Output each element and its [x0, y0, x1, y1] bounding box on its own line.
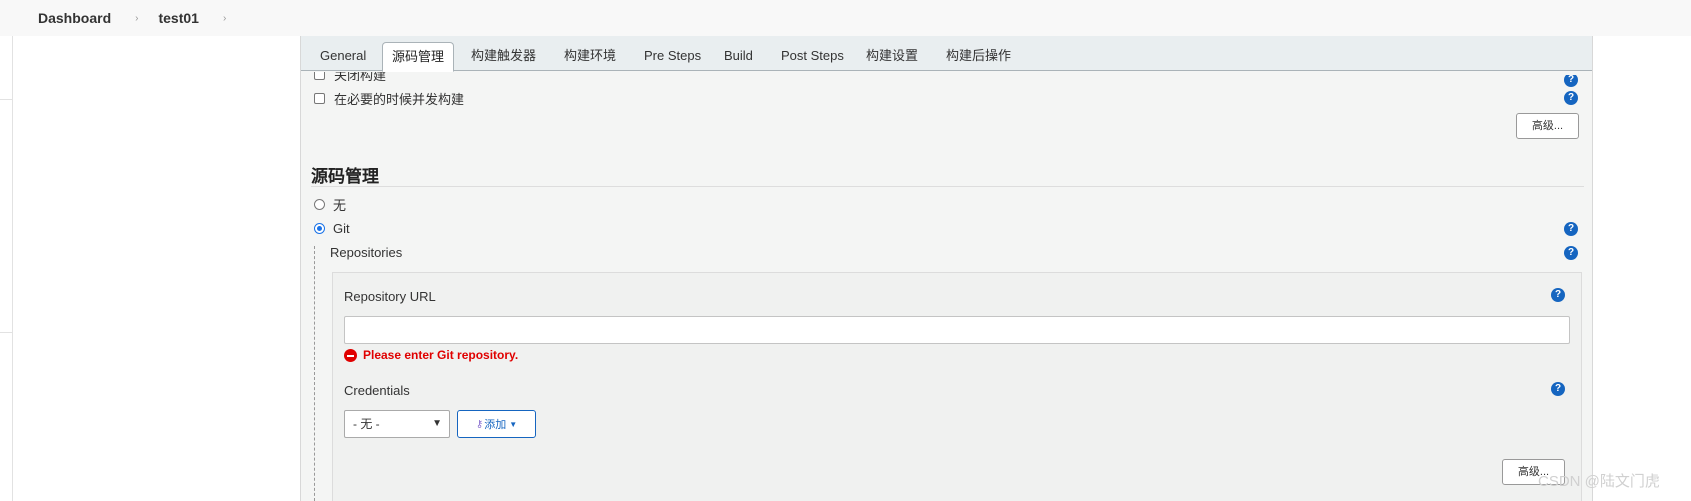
concurrent-build-row: 在必要的时候并发构建 [314, 90, 465, 107]
tab-build-triggers[interactable]: 构建触发器 [471, 42, 536, 72]
chevron-right-icon[interactable]: › [223, 13, 226, 24]
scm-option-git[interactable]: Git [314, 220, 350, 236]
tab-build[interactable]: Build [724, 42, 753, 72]
tab-build-settings[interactable]: 构建设置 [866, 42, 918, 72]
scm-git-label: Git [333, 220, 350, 236]
key-icon: ⚷ [475, 418, 484, 430]
tab-post-steps[interactable]: Post Steps [781, 42, 844, 72]
credentials-label: Credentials [344, 383, 410, 398]
repo-url-label: Repository URL [344, 289, 436, 304]
add-credentials-label: 添加 [484, 419, 507, 431]
help-icon[interactable]: ? [1564, 246, 1578, 260]
breadcrumb: Dashboard › test01 › [0, 0, 1691, 36]
sidebar-divider [0, 99, 12, 100]
add-credentials-button[interactable]: ⚷ 添加 ▼ [457, 410, 536, 438]
breadcrumb-job[interactable]: test01 [158, 10, 198, 26]
caret-down-icon: ▼ [509, 419, 518, 429]
help-icon[interactable]: ? [1564, 222, 1578, 236]
tab-general[interactable]: General [320, 42, 366, 72]
config-panel: General 源码管理 构建触发器 构建环境 Pre Steps Build … [300, 36, 1593, 501]
breadcrumb-dashboard[interactable]: Dashboard [38, 10, 111, 26]
concurrent-build-checkbox[interactable] [314, 92, 325, 104]
error-icon [344, 348, 357, 362]
advanced-button[interactable]: 高级... [1516, 113, 1579, 139]
chevron-right-icon[interactable]: › [135, 13, 138, 24]
credentials-selected-value: - 无 - [353, 417, 380, 431]
tab-scm[interactable]: 源码管理 [382, 42, 455, 72]
chevron-down-icon: ▼ [432, 418, 442, 429]
section-title-scm: 源码管理 [311, 167, 379, 186]
tab-build-environment[interactable]: 构建环境 [564, 42, 616, 72]
help-icon[interactable]: ? [1564, 91, 1578, 105]
watermark: CSDN @陆文门虎 [1538, 473, 1660, 490]
sidebar-divider [12, 36, 13, 501]
repo-url-error-text: Please enter Git repository. [363, 348, 519, 362]
scm-none-radio[interactable] [314, 198, 325, 210]
scm-option-none[interactable]: 无 [314, 196, 347, 213]
tab-pre-steps[interactable]: Pre Steps [644, 42, 701, 72]
config-tabbar: General 源码管理 构建触发器 构建环境 Pre Steps Build … [301, 36, 1592, 72]
sidebar-divider [0, 332, 12, 333]
repositories-indent-line [314, 246, 315, 501]
help-icon[interactable]: ? [1551, 288, 1565, 302]
concurrent-build-label: 在必要的时候并发构建 [334, 91, 465, 107]
scm-git-radio[interactable] [314, 222, 325, 234]
section-divider [311, 186, 1584, 187]
credentials-select[interactable]: - 无 - ▼ [344, 410, 450, 438]
repositories-label: Repositories [330, 245, 403, 260]
help-icon[interactable]: ? [1564, 75, 1578, 87]
repo-url-error: Please enter Git repository. [344, 348, 518, 362]
tab-post-build-actions[interactable]: 构建后操作 [946, 42, 1011, 72]
help-icon[interactable]: ? [1551, 382, 1565, 396]
repo-url-input[interactable] [344, 316, 1570, 344]
scm-none-label: 无 [333, 197, 347, 213]
repository-entry [332, 272, 1582, 501]
